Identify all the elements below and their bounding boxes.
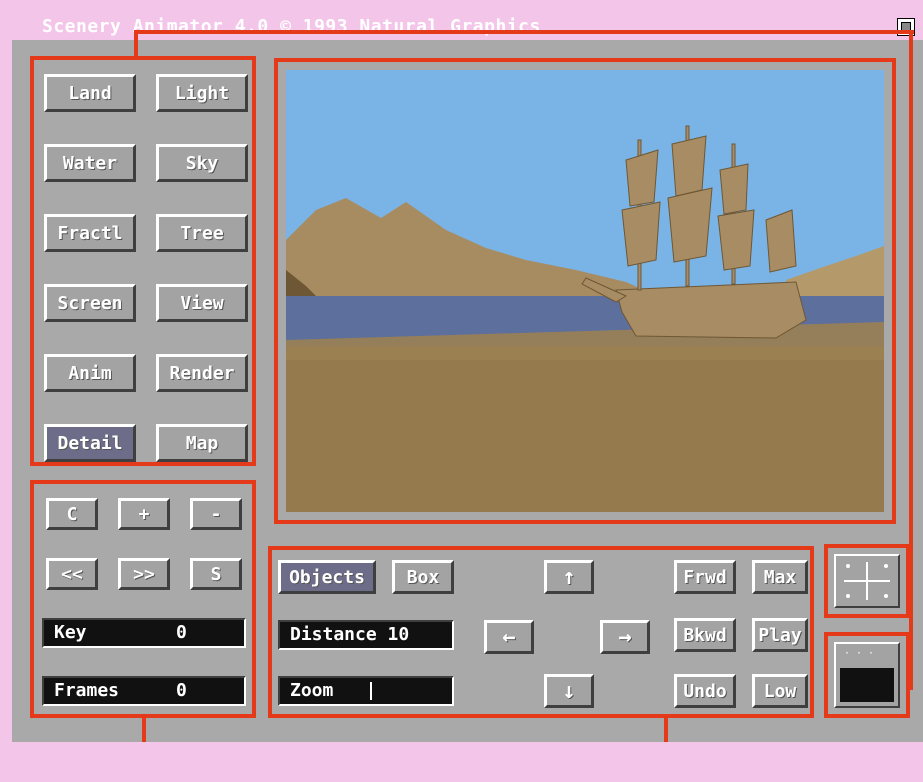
keyframe-panel: C + - << >> S Key 0 Frames 0	[30, 480, 256, 718]
preview-viewport[interactable]	[286, 70, 884, 512]
key-remove-button[interactable]: -	[190, 498, 242, 530]
anim-button[interactable]: Anim	[44, 354, 136, 392]
view-button[interactable]: View	[156, 284, 248, 322]
box-button[interactable]: Box	[392, 560, 454, 594]
undo-button[interactable]: Undo	[674, 674, 736, 708]
key-prev-button[interactable]: <<	[46, 558, 98, 590]
arrow-down-button[interactable]: ↓	[544, 674, 594, 708]
title-bar[interactable]: Scenery Animator 4.0 © 1993 Natural Grap…	[12, 14, 923, 40]
callout-line-bottom-left	[142, 716, 146, 742]
compass-panel	[824, 544, 910, 618]
key-next-button[interactable]: >>	[118, 558, 170, 590]
swatch-gadget[interactable]: ···	[834, 642, 900, 708]
camera-panel: Objects Box Distance 10 Zoom ↑ ← → ↓ Frw…	[268, 546, 814, 718]
key-value: 0	[176, 622, 187, 643]
play-button[interactable]: Play	[752, 618, 808, 652]
map-button[interactable]: Map	[156, 424, 248, 462]
frames-value: 0	[176, 680, 187, 701]
compass-icon[interactable]	[834, 554, 900, 608]
low-button[interactable]: Low	[752, 674, 808, 708]
key-field[interactable]: Key 0	[42, 618, 246, 648]
detail-button[interactable]: Detail	[44, 424, 136, 462]
key-set-button[interactable]: S	[190, 558, 242, 590]
zoom-label: Zoom	[290, 680, 334, 701]
key-add-button[interactable]: +	[118, 498, 170, 530]
zoom-field[interactable]: Zoom	[278, 676, 454, 706]
frames-label: Frames	[54, 680, 120, 701]
distance-field[interactable]: Distance 10	[278, 620, 454, 650]
callout-line-bottom-mid	[664, 716, 668, 742]
color-swatch	[840, 668, 894, 702]
objects-button[interactable]: Objects	[278, 560, 376, 594]
key-clear-button[interactable]: C	[46, 498, 98, 530]
render-button[interactable]: Render	[156, 354, 248, 392]
sky-button[interactable]: Sky	[156, 144, 248, 182]
swatch-dots: ···	[844, 648, 881, 659]
scene-preview-image	[286, 70, 884, 512]
compass-glyph	[844, 562, 890, 600]
screen-button[interactable]: Screen	[44, 284, 136, 322]
arrow-left-button[interactable]: ←	[484, 620, 534, 654]
callout-line-right	[909, 30, 913, 690]
preview-panel	[274, 58, 896, 524]
key-label: Key	[54, 622, 87, 643]
callout-line-top-left	[134, 30, 138, 58]
callout-line-top	[134, 30, 914, 34]
main-window: Land Light Water Sky Fractl Tree Screen …	[12, 40, 923, 742]
backward-button[interactable]: Bkwd	[674, 618, 736, 652]
tree-button[interactable]: Tree	[156, 214, 248, 252]
arrow-right-button[interactable]: →	[600, 620, 650, 654]
menu-panel: Land Light Water Sky Fractl Tree Screen …	[30, 56, 256, 466]
light-button[interactable]: Light	[156, 74, 248, 112]
arrow-up-button[interactable]: ↑	[544, 560, 594, 594]
land-button[interactable]: Land	[44, 74, 136, 112]
swatch-panel: ···	[824, 632, 910, 718]
window-title: Scenery Animator 4.0 © 1993 Natural Grap…	[42, 16, 541, 37]
text-cursor	[370, 682, 372, 700]
distance-label: Distance 10	[290, 624, 410, 645]
max-button[interactable]: Max	[752, 560, 808, 594]
water-button[interactable]: Water	[44, 144, 136, 182]
fractal-button[interactable]: Fractl	[44, 214, 136, 252]
forward-button[interactable]: Frwd	[674, 560, 736, 594]
frames-field[interactable]: Frames 0	[42, 676, 246, 706]
